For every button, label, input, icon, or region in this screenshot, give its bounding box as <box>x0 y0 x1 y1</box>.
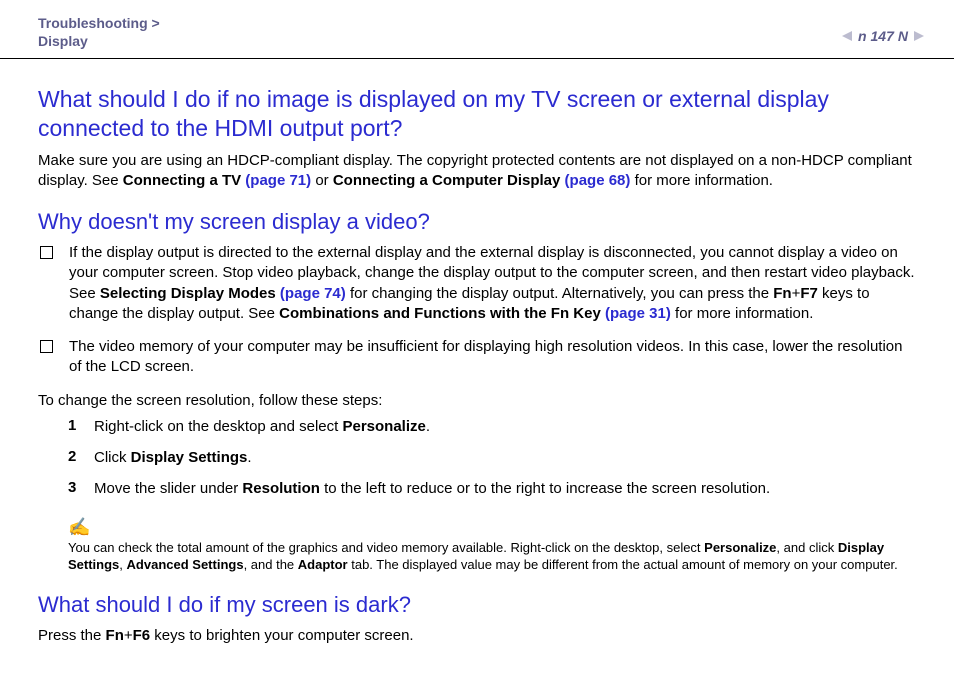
bold-term: Adaptor <box>298 557 348 572</box>
link-fn-key[interactable]: (page 31) <box>605 305 671 322</box>
breadcrumb[interactable]: Troubleshooting > Display <box>38 14 160 50</box>
list-item: The video memory of your computer may be… <box>38 337 916 383</box>
step-item: 2 Click Display Settings. <box>68 448 916 473</box>
text: to the left to reduce or to the right to… <box>320 480 770 497</box>
bullet2-text: The video memory of your computer may be… <box>69 337 916 378</box>
text: Press the <box>38 627 106 644</box>
note-icon: ✍ <box>68 517 916 538</box>
steps-intro: To change the screen resolution, follow … <box>38 391 916 411</box>
text: , <box>119 557 126 572</box>
text: You can check the total amount of the gr… <box>68 540 704 555</box>
note-block: ✍ You can check the total amount of the … <box>38 517 916 574</box>
bullet1-text: If the display output is directed to the… <box>69 243 916 324</box>
text: for more information. <box>671 305 814 322</box>
key-fn: Fn <box>106 627 124 644</box>
step-item: 1 Right-click on the desktop and select … <box>68 417 916 442</box>
step-text: Move the slider under Resolution to the … <box>94 479 770 499</box>
step-text: Right-click on the desktop and select Pe… <box>94 417 430 437</box>
prev-page-icon[interactable] <box>842 31 852 41</box>
link-connecting-tv-label: Connecting a TV <box>123 172 246 189</box>
key-fn: Fn <box>773 285 791 302</box>
text: + <box>124 627 133 644</box>
breadcrumb-section: Troubleshooting > <box>38 15 160 31</box>
page-num-letter-N: N <box>898 28 908 44</box>
bullet-list: If the display output is directed to the… <box>38 243 916 383</box>
text: or <box>311 172 333 189</box>
link-display-modes-label: Selecting Display Modes <box>100 285 280 302</box>
text: Click <box>94 449 131 466</box>
page-num-letter-n: n <box>858 28 867 44</box>
page-content: What should I do if no image is displaye… <box>0 59 954 646</box>
page-number: 147 <box>871 28 894 44</box>
link-connecting-display[interactable]: (page 68) <box>565 172 631 189</box>
step-number: 3 <box>68 479 94 504</box>
heading-hdmi-no-image: What should I do if no image is displaye… <box>38 85 916 143</box>
key-f7: F7 <box>800 285 818 302</box>
bold-term: Display Settings <box>131 449 248 466</box>
step-number: 1 <box>68 417 94 442</box>
text: tab. The displayed value may be differen… <box>348 557 898 572</box>
text: . <box>247 449 251 466</box>
heading-no-video: Why doesn't my screen display a video? <box>38 209 916 235</box>
text: keys to brighten your computer screen. <box>150 627 413 644</box>
step-text: Click Display Settings. <box>94 448 252 468</box>
heading-screen-dark: What should I do if my screen is dark? <box>38 592 916 618</box>
bold-term: Advanced Settings <box>127 557 244 572</box>
text: for changing the display output. Alterna… <box>346 285 773 302</box>
square-bullet-icon <box>40 340 53 353</box>
link-fn-key-label: Combinations and Functions with the Fn K… <box>279 305 605 322</box>
key-f6: F6 <box>133 627 151 644</box>
link-connecting-tv[interactable]: (page 71) <box>245 172 311 189</box>
next-page-icon[interactable] <box>914 31 924 41</box>
link-display-modes[interactable]: (page 74) <box>280 285 346 302</box>
para-hdmi-answer: Make sure you are using an HDCP-complian… <box>38 151 916 192</box>
breadcrumb-current: Display <box>38 33 88 49</box>
text: Move the slider under <box>94 480 242 497</box>
text: Right-click on the desktop and select <box>94 418 342 435</box>
step-number: 2 <box>68 448 94 473</box>
text: . <box>426 418 430 435</box>
page-number-nav: n 147 N <box>842 28 924 44</box>
list-item: If the display output is directed to the… <box>38 243 916 329</box>
bold-term: Personalize <box>342 418 425 435</box>
text: , and click <box>776 540 837 555</box>
step-item: 3 Move the slider under Resolution to th… <box>68 479 916 504</box>
link-connecting-display-label: Connecting a Computer Display <box>333 172 565 189</box>
para-screen-dark-answer: Press the Fn+F6 keys to brighten your co… <box>38 626 916 646</box>
bold-term: Personalize <box>704 540 776 555</box>
square-bullet-icon <box>40 246 53 259</box>
steps-list: 1 Right-click on the desktop and select … <box>68 417 916 505</box>
bold-term: Resolution <box>242 480 320 497</box>
note-text: You can check the total amount of the gr… <box>68 539 916 574</box>
text: , and the <box>244 557 298 572</box>
page-header: Troubleshooting > Display n 147 N <box>0 0 954 59</box>
text: for more information. <box>630 172 773 189</box>
